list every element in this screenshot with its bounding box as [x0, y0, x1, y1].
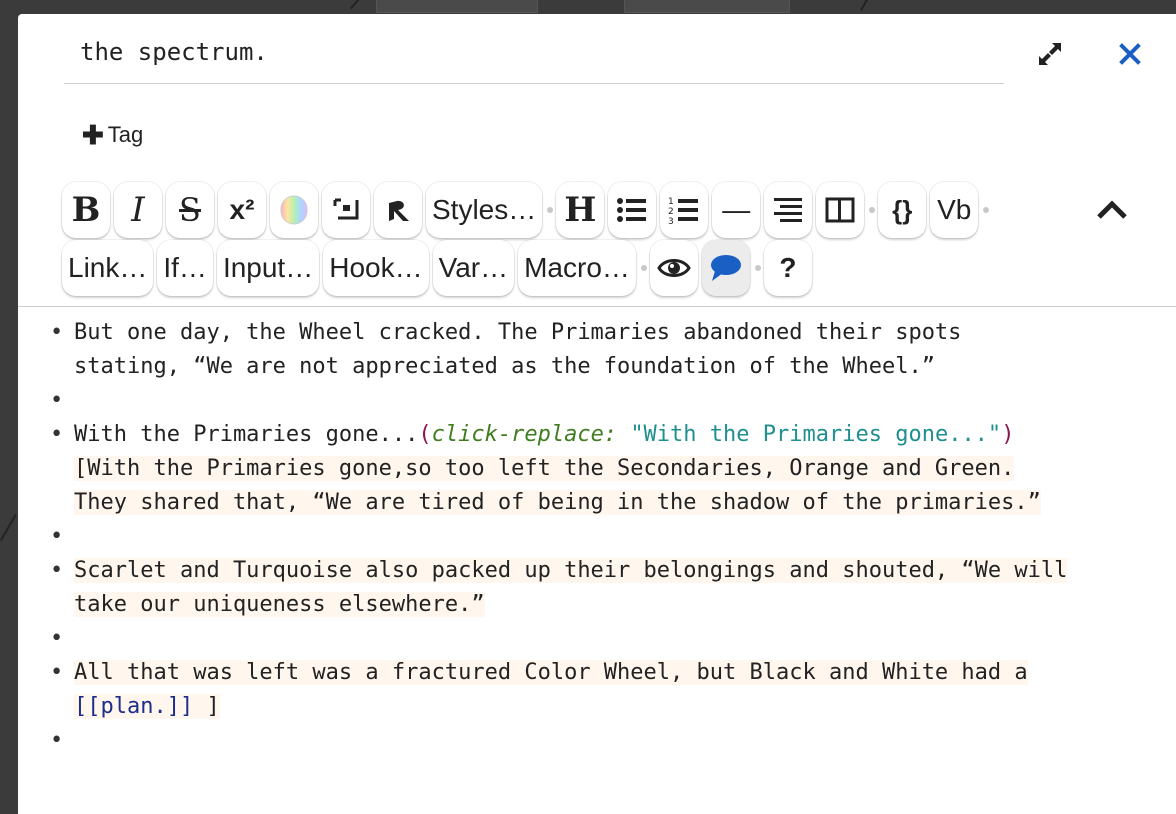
collapse-whitespace-button[interactable] [322, 182, 370, 238]
bold-button[interactable]: B [62, 182, 110, 238]
collapse-toolbar-button[interactable] [1094, 192, 1130, 228]
toolbar-separator [983, 207, 990, 213]
columns-button[interactable] [816, 182, 865, 238]
columns-icon [825, 197, 855, 223]
svg-text:2: 2 [668, 207, 674, 217]
macro-button[interactable]: Macro… [518, 240, 636, 296]
toolbar-row-1: B I S x² Styles… H 1 2 3 — {} Vb [62, 180, 992, 240]
bullet: • [50, 320, 64, 345]
list-item: • With the Primaries gone...(click-repla… [50, 418, 1154, 452]
rainbow-swatch-icon [280, 195, 308, 225]
hook-close: ] [193, 694, 220, 719]
passage-edit-dialog: the spectrum. ✚ Tag B I S x² Styles… H 1… [18, 14, 1176, 814]
bullet: • [50, 558, 64, 583]
story-map-arrow [0, 514, 17, 541]
bullet: • [50, 728, 64, 753]
add-tag-button[interactable]: ✚ Tag [82, 118, 143, 152]
add-tag-label: Tag [107, 122, 144, 147]
expand-arrows-icon [1039, 43, 1061, 65]
help-button[interactable]: ? [763, 240, 812, 296]
text-line: But one day, the Wheel cracked. The Prim… [74, 320, 962, 345]
numbered-list-button[interactable]: 1 2 3 [660, 182, 709, 238]
toolbar-separator [547, 207, 554, 213]
list-item-continued: stating, “We are not appreciated as the … [74, 350, 1154, 384]
verbatim-r-button[interactable] [374, 182, 422, 238]
align-right-icon [774, 198, 803, 222]
toolbar-divider [18, 306, 1176, 307]
story-map-passage [376, 0, 538, 13]
toolbar-separator [754, 265, 761, 271]
verbatim-button[interactable]: Vb [930, 182, 979, 238]
passage-link[interactable]: [[plan.]] [74, 694, 193, 719]
bullet: • [50, 524, 64, 549]
horizontal-rule-button[interactable]: — [712, 182, 761, 238]
code-button[interactable]: {} [878, 182, 927, 238]
hook-button[interactable]: Hook… [323, 240, 429, 296]
story-map-arrow [860, 0, 877, 11]
bullet: • [50, 422, 64, 447]
speech-bubble-icon [710, 255, 741, 281]
hook-text: They shared that, “We are tired of being… [74, 490, 1041, 515]
bullet: • [50, 660, 64, 685]
strikethrough-button[interactable]: S [166, 182, 214, 238]
list-item: • All that was left was a fractured Colo… [50, 656, 1154, 690]
italic-button[interactable]: I [114, 182, 162, 238]
if-button[interactable]: If… [157, 240, 213, 296]
heading-button[interactable]: H [556, 182, 605, 238]
bulleted-list-button[interactable] [608, 182, 657, 238]
svg-text:1: 1 [668, 197, 674, 207]
toolbar-row-2: Link… If… Input… Hook… Var… Macro… ? [62, 238, 816, 298]
bullet: • [50, 626, 64, 651]
colour-button[interactable] [270, 182, 318, 238]
list-item: • But one day, the Wheel cracked. The Pr… [50, 316, 1154, 350]
link-button[interactable]: Link… [62, 240, 154, 296]
close-button[interactable] [1112, 36, 1148, 72]
maximize-button[interactable] [1032, 36, 1068, 72]
hook-text: All that was left was a fractured Color … [74, 660, 1028, 685]
story-map-passage [624, 0, 790, 13]
hook-text: Scarlet and Turquoise also packed up the… [74, 558, 1068, 583]
align-button[interactable] [764, 182, 813, 238]
toolbar-separator [640, 265, 647, 271]
macro-name: click-replace: [431, 422, 618, 447]
text-line: stating, “We are not appreciated as the … [74, 354, 935, 379]
list-item-continued: [With the Primaries gone,so too left the… [74, 452, 1154, 486]
preview-button[interactable] [649, 240, 698, 296]
comment-button[interactable] [701, 240, 750, 296]
macro-open-paren: ( [418, 422, 432, 447]
corner-bracket-icon [333, 198, 359, 220]
macro-close-paren: ) [1001, 422, 1015, 447]
list-item: • Scarlet and Turquoise also packed up t… [50, 554, 1154, 588]
styles-button[interactable]: Styles… [426, 182, 543, 238]
text-line: With the Primaries gone... [74, 422, 419, 447]
var-button[interactable]: Var… [432, 240, 515, 296]
macro-string: "With the Primaries gone..." [630, 422, 1002, 447]
list-item-continued: [[plan.]] ] [74, 690, 1154, 724]
eye-icon [657, 259, 691, 277]
bulleted-list-icon [617, 198, 647, 222]
numbered-list-icon: 1 2 3 [668, 197, 699, 225]
close-x-icon [1119, 43, 1141, 65]
toolbar-separator [869, 207, 876, 213]
list-item-continued: They shared that, “We are tired of being… [74, 486, 1154, 520]
bullet: • [50, 388, 64, 413]
plus-icon: ✚ [82, 120, 104, 150]
hook-text: take our uniqueness elsewhere.” [74, 592, 485, 617]
svg-text:3: 3 [668, 217, 674, 225]
chevron-up-icon [1097, 200, 1127, 219]
list-item-continued: take our uniqueness elsewhere.” [74, 588, 1154, 622]
harlowe-r-icon [389, 200, 409, 221]
story-map-arrow [350, 0, 371, 10]
passage-name-field[interactable]: the spectrum. [64, 30, 1004, 84]
input-button[interactable]: Input… [216, 240, 320, 296]
hook-text: [With the Primaries gone,so too left the… [74, 456, 1015, 481]
superscript-button[interactable]: x² [218, 182, 266, 238]
